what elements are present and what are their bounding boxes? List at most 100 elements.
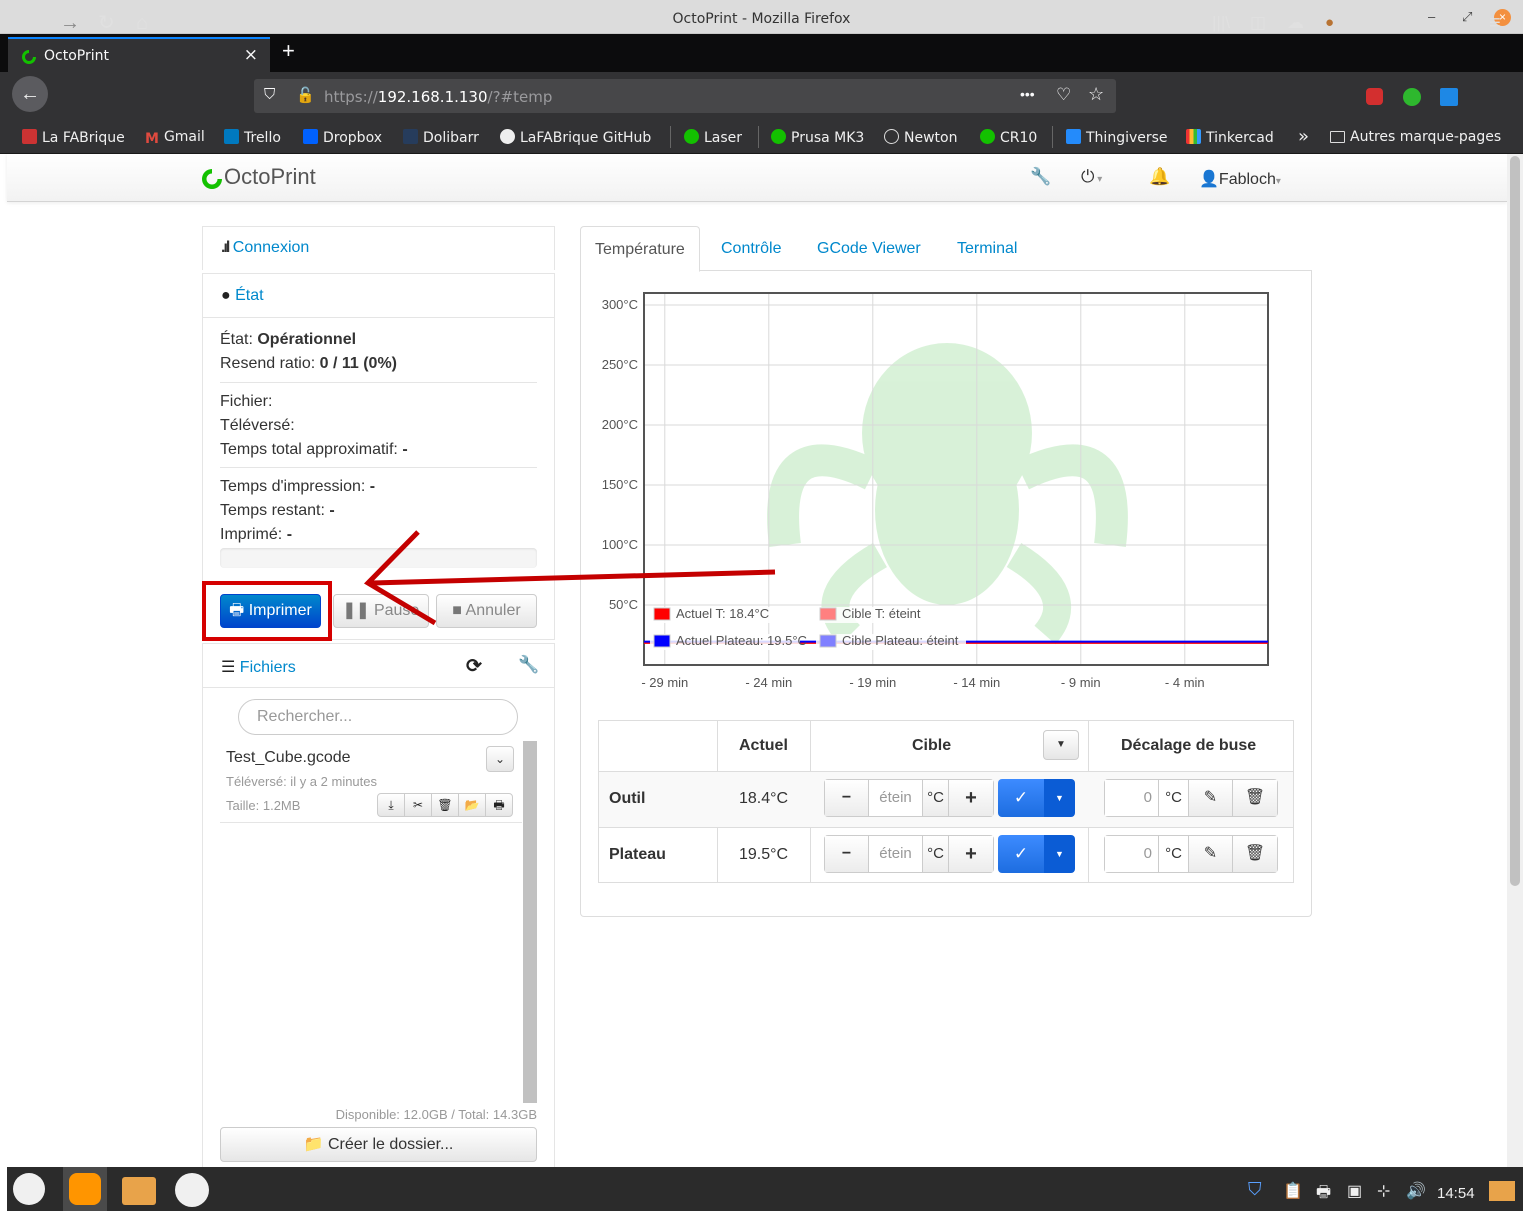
bed-target-unit: °C bbox=[923, 836, 949, 872]
tool-offset-delete-icon[interactable]: 🗑 bbox=[1233, 780, 1277, 816]
create-folder-button[interactable]: 📁 Créer le dossier... bbox=[220, 1127, 537, 1162]
file-manager-icon[interactable] bbox=[122, 1177, 156, 1205]
tab-control[interactable]: Contrôle bbox=[721, 240, 781, 258]
url-text[interactable]: https://192.168.1.130/?#temp bbox=[324, 88, 552, 106]
forward-button[interactable]: → bbox=[60, 12, 80, 34]
bed-set-dropdown-icon[interactable]: ▼ bbox=[1044, 835, 1075, 873]
start-menu-icon[interactable] bbox=[13, 1173, 45, 1205]
page-scrollbar[interactable] bbox=[1507, 154, 1523, 1167]
tray-shield-icon[interactable]: ⛉ bbox=[1248, 1179, 1262, 1200]
shield-icon[interactable]: ⛉ bbox=[264, 86, 275, 103]
tool-set-dropdown-icon[interactable]: ▼ bbox=[1044, 779, 1075, 817]
sidebar-icon[interactable]: ◫ bbox=[1250, 12, 1266, 34]
files-title: Fichiers bbox=[239, 659, 296, 676]
download-file-icon[interactable]: ⤓ bbox=[377, 793, 405, 817]
tool-set-target-check-icon[interactable]: ✓ bbox=[998, 779, 1044, 817]
tab-close-icon[interactable]: × bbox=[244, 45, 258, 65]
extension-2-icon[interactable]: ● bbox=[1325, 12, 1334, 34]
file-list-scrollbar[interactable] bbox=[523, 741, 537, 1103]
url-bar[interactable]: ⛉ 🔓 https://192.168.1.130/?#temp ••• ♡ ☆ bbox=[254, 79, 1116, 113]
connection-header[interactable]: .ıl Connexion bbox=[203, 227, 554, 271]
load-file-icon[interactable]: 📂 bbox=[458, 793, 486, 817]
header-nozzle-offset: Décalage de buse bbox=[1121, 737, 1257, 754]
bed-decrease-icon[interactable]: − bbox=[825, 836, 869, 872]
tray-volume-icon[interactable]: 🔊 bbox=[1406, 1181, 1426, 1201]
browser-tab-octoprint[interactable]: OctoPrint × bbox=[8, 37, 270, 72]
tool-decrease-icon[interactable]: − bbox=[825, 780, 869, 816]
bookmark-github[interactable]: LaFABrique GitHub bbox=[500, 129, 651, 146]
state-header[interactable]: ● État bbox=[203, 274, 554, 318]
app-launcher-icon[interactable] bbox=[175, 1173, 209, 1207]
library-icon[interactable]: |||\ bbox=[1212, 12, 1230, 34]
tool-offset-edit-pencil-icon[interactable]: ✎ bbox=[1189, 780, 1233, 816]
bookmark-trello[interactable]: Trello bbox=[224, 129, 281, 146]
pocket-icon[interactable]: ♡ bbox=[1056, 85, 1071, 105]
bed-offset-edit-pencil-icon[interactable]: ✎ bbox=[1189, 836, 1233, 872]
bed-set-target-check-icon[interactable]: ✓ bbox=[998, 835, 1044, 873]
brand-title[interactable]: OctoPrint bbox=[224, 164, 316, 190]
bookmark-tinkercad[interactable]: Tinkercad bbox=[1186, 129, 1274, 146]
bookmark-other-folder[interactable]: Autres marque-pages bbox=[1330, 129, 1501, 145]
bookmark-star-icon[interactable]: ☆ bbox=[1088, 84, 1104, 105]
tool-target-input[interactable]: étein bbox=[869, 780, 923, 816]
new-tab-button[interactable]: + bbox=[282, 38, 295, 64]
ublock-icon[interactable] bbox=[1366, 88, 1383, 105]
bookmark-dolibarr[interactable]: Dolibarr bbox=[403, 129, 479, 146]
insecure-lock-icon[interactable]: 🔓 bbox=[296, 86, 315, 104]
tray-screenshot-icon[interactable]: ▣ bbox=[1347, 1181, 1362, 1201]
tray-printer-icon[interactable]: 🖶 bbox=[1316, 1181, 1331, 1208]
tool-increase-icon[interactable]: + bbox=[949, 780, 993, 816]
x-tick-label: - 14 min bbox=[953, 675, 1000, 690]
notifications-bell-icon[interactable]: 🔔 bbox=[1149, 167, 1170, 187]
delete-file-icon[interactable]: 🗑 bbox=[431, 793, 459, 817]
bookmark-thingiverse[interactable]: Thingiverse bbox=[1066, 129, 1168, 146]
bookmark-newton[interactable]: Newton bbox=[884, 129, 957, 146]
back-button[interactable]: ← bbox=[12, 76, 48, 112]
minimize-button[interactable]: – bbox=[1428, 9, 1435, 24]
restore-button[interactable]: ⤢ bbox=[1462, 9, 1472, 25]
connection-title: Connexion bbox=[232, 239, 310, 256]
refresh-files-icon[interactable]: ⟳ bbox=[466, 655, 482, 678]
tray-network-icon[interactable]: ⊹ bbox=[1377, 1181, 1390, 1201]
files-settings-wrench-icon[interactable]: 🔧 bbox=[518, 655, 539, 675]
page-actions-icon[interactable]: ••• bbox=[1020, 86, 1035, 102]
connection-panel[interactable]: .ıl Connexion bbox=[202, 226, 555, 271]
bed-target-input[interactable]: étein bbox=[869, 836, 923, 872]
tool-offset-input[interactable]: 0 bbox=[1105, 780, 1159, 816]
menu-icon[interactable]: ≡ bbox=[1489, 12, 1501, 34]
file-search-input[interactable]: Rechercher... bbox=[238, 699, 518, 735]
bookmark-la-fabrique[interactable]: La FABrique bbox=[22, 129, 125, 146]
files-header[interactable]: ☰ Fichiers bbox=[203, 644, 554, 688]
bookmark-dropbox[interactable]: Dropbox bbox=[303, 129, 382, 146]
file-expand-chevron-icon[interactable]: ⌄ bbox=[486, 746, 514, 772]
octoprint-watermark-icon bbox=[767, 343, 1128, 645]
firefox-task-active[interactable] bbox=[63, 1167, 107, 1211]
bookmark-prusa[interactable]: Prusa MK3 bbox=[771, 129, 864, 146]
home-button[interactable]: ⌂ bbox=[136, 12, 148, 34]
bookmark-cr10[interactable]: CR10 bbox=[980, 129, 1037, 146]
target-presets-dropdown-icon[interactable]: ▼ bbox=[1043, 730, 1079, 760]
annotation-arrow bbox=[363, 530, 776, 626]
tab-terminal[interactable]: Terminal bbox=[957, 240, 1017, 258]
tab-gcode-viewer[interactable]: GCode Viewer bbox=[817, 240, 921, 258]
tray-clock[interactable]: 14:54 bbox=[1437, 1185, 1475, 1202]
bookmark-laser[interactable]: Laser bbox=[684, 129, 742, 146]
extension-1-icon[interactable]: ☁ bbox=[1287, 12, 1304, 34]
extension-b-icon[interactable] bbox=[1403, 88, 1421, 106]
power-menu-icon[interactable]: ⏻ ▾ bbox=[1081, 167, 1102, 187]
bed-offset-input[interactable]: 0 bbox=[1105, 836, 1159, 872]
tray-clipboard-icon[interactable]: 📋 bbox=[1283, 1181, 1303, 1201]
print-file-icon[interactable]: 🖶 bbox=[485, 793, 513, 817]
extension-blue-icon[interactable] bbox=[1440, 88, 1458, 106]
cut-file-icon[interactable]: ✂ bbox=[404, 793, 432, 817]
bed-increase-icon[interactable]: + bbox=[949, 836, 993, 872]
bed-offset-delete-icon[interactable]: 🗑 bbox=[1233, 836, 1277, 872]
user-menu[interactable]: 👤Fabloch▾ bbox=[1199, 169, 1281, 189]
file-name[interactable]: Test_Cube.gcode bbox=[226, 749, 351, 767]
bookmarks-overflow-icon[interactable]: » bbox=[1298, 126, 1309, 147]
show-desktop-icon[interactable] bbox=[1489, 1181, 1515, 1201]
tab-temperature[interactable]: Température bbox=[580, 226, 700, 272]
settings-wrench-icon[interactable]: 🔧 bbox=[1030, 167, 1051, 187]
reload-button[interactable]: ↻ bbox=[98, 12, 115, 34]
bookmark-gmail[interactable]: M Gmail bbox=[145, 129, 205, 147]
